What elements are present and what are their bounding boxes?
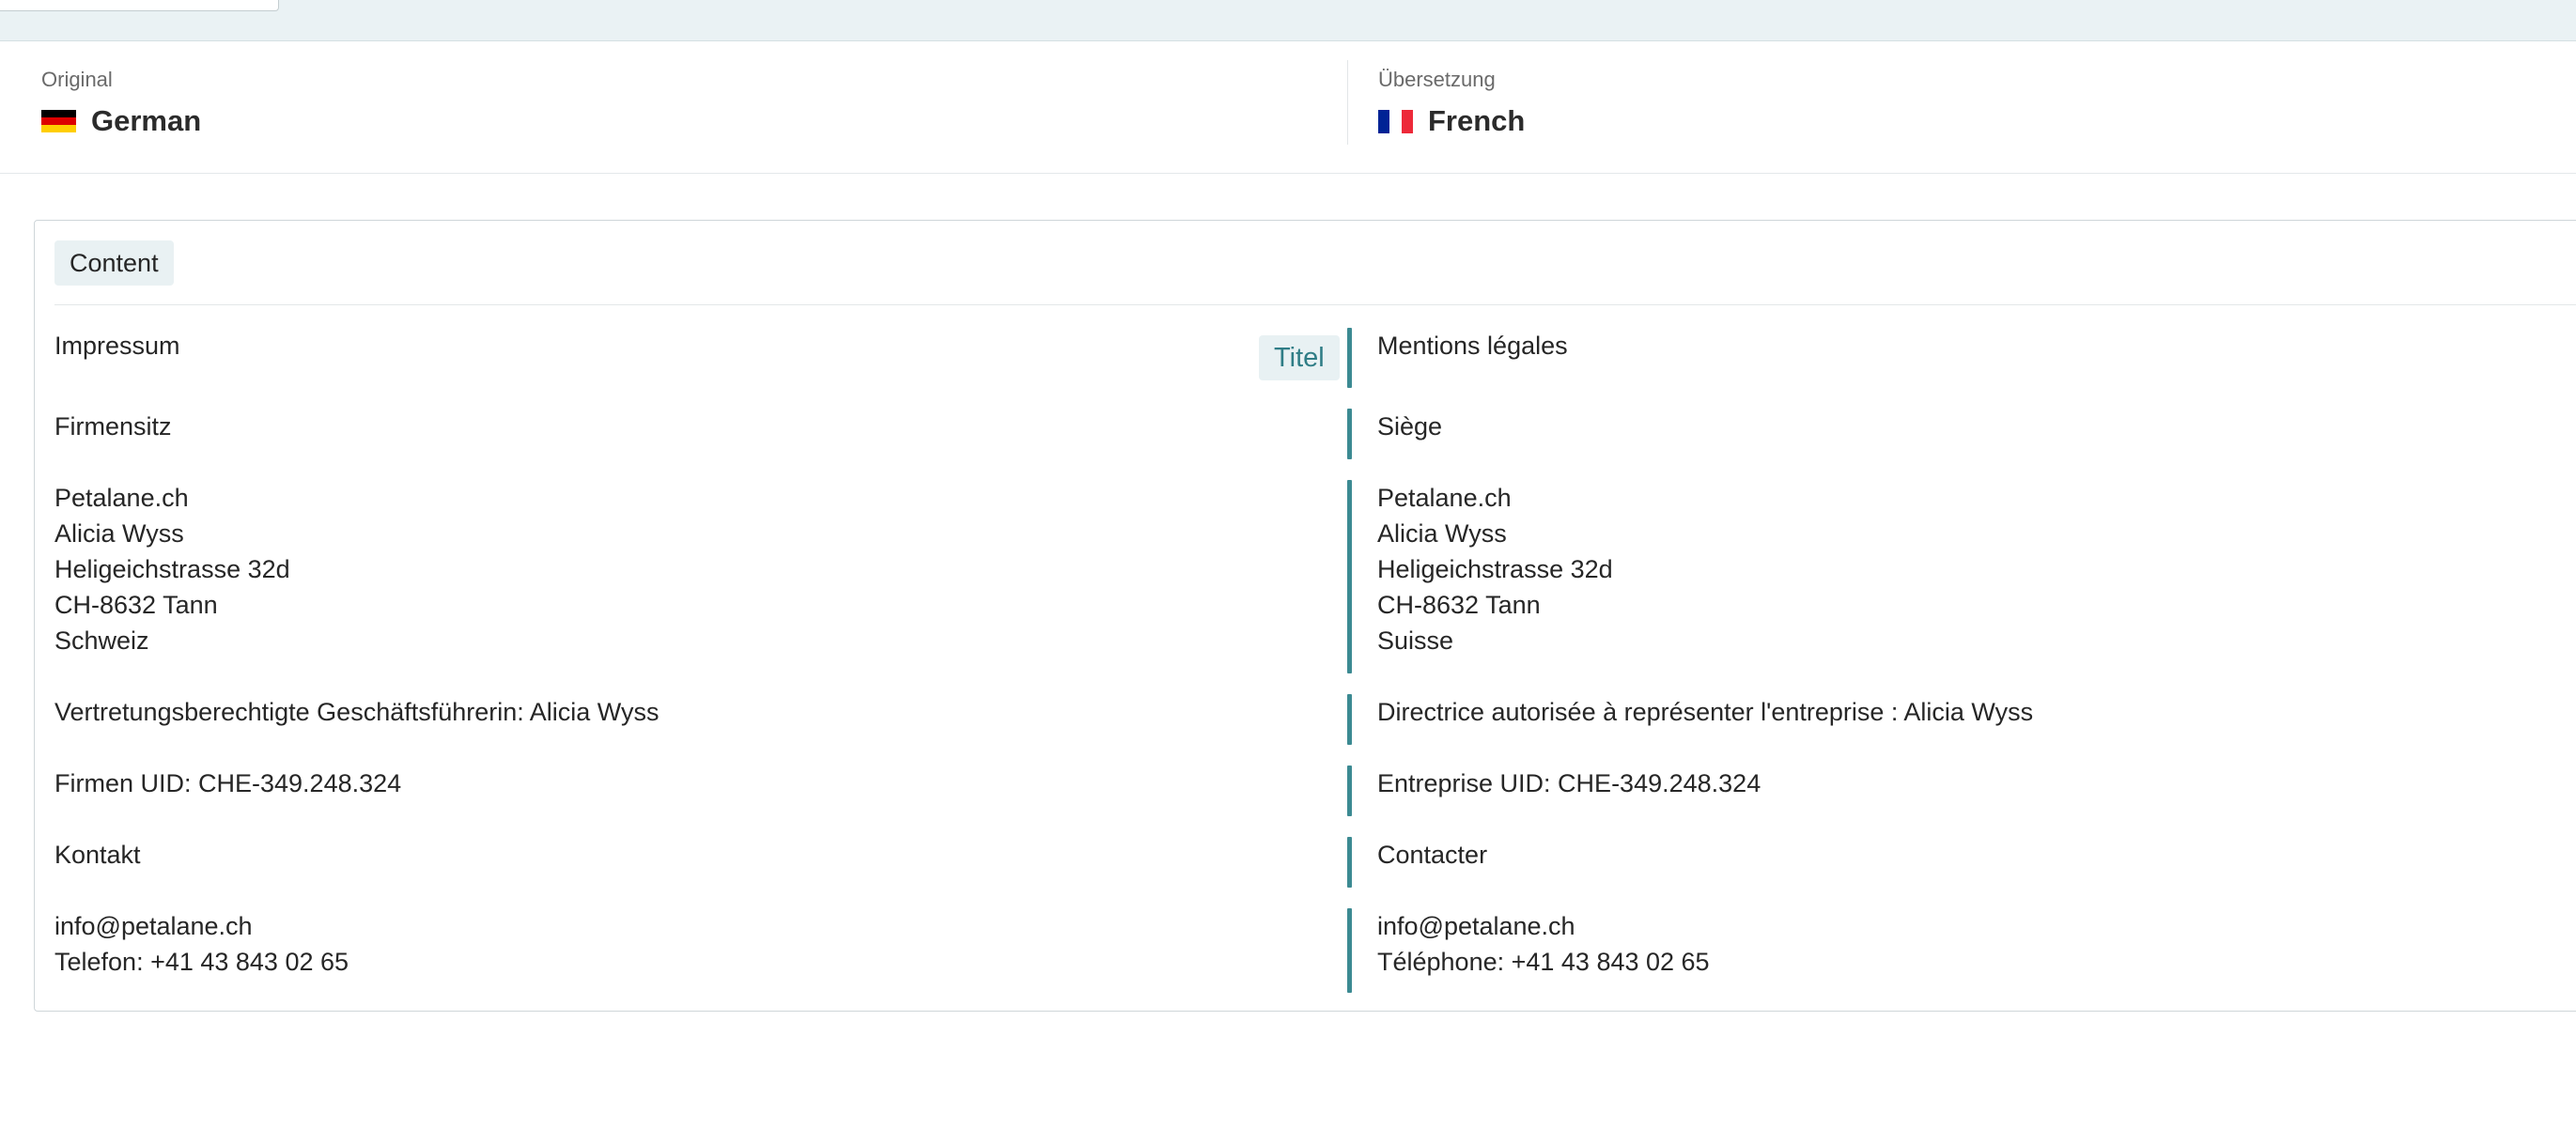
row-accent-bar	[1347, 837, 1352, 888]
toolbar-tab[interactable]	[0, 0, 279, 11]
source-text[interactable]: Firmen UID: CHE-349.248.324	[54, 766, 1342, 801]
row-accent-bar	[1347, 908, 1352, 993]
target-language-name: French	[1428, 104, 1526, 137]
card-header: Content	[54, 240, 2576, 305]
german-flag-icon	[41, 109, 76, 133]
top-toolbar	[0, 0, 2576, 41]
source-text[interactable]: Vertretungsberechtigte Geschäftsführerin…	[54, 694, 1342, 730]
section-label: Content	[54, 240, 174, 286]
row-accent-bar	[1347, 480, 1352, 673]
target-text[interactable]: info@petalane.ch Téléphone: +41 43 843 0…	[1377, 908, 2576, 980]
source-text[interactable]: Petalane.ch Alicia Wyss Heligeichstrasse…	[54, 480, 1342, 658]
source-text[interactable]: Kontakt	[54, 837, 1342, 873]
source-text[interactable]: Firmensitz	[54, 409, 1342, 444]
row-accent-bar	[1347, 694, 1352, 745]
source-language: Original German	[41, 66, 201, 137]
source-language-name: German	[91, 104, 202, 137]
row-accent-bar	[1347, 328, 1352, 388]
row-accent-bar	[1347, 766, 1352, 816]
source-text[interactable]: info@petalane.ch Telefon: +41 43 843 02 …	[54, 908, 1342, 980]
target-text[interactable]: Entreprise UID: CHE-349.248.324	[1377, 766, 2576, 801]
target-text[interactable]: Mentions légales	[1377, 328, 2576, 363]
french-flag-icon	[1378, 109, 1413, 133]
target-text[interactable]: Directrice autorisée à représenter l'ent…	[1377, 694, 2576, 730]
language-header: Original German Übersetzung French	[0, 41, 2576, 174]
target-language: Übersetzung French	[1378, 66, 1525, 137]
target-language-caption: Übersetzung	[1378, 68, 1496, 91]
target-text[interactable]: Siège	[1377, 409, 2576, 444]
field-type-tag: Titel	[1259, 335, 1340, 380]
language-divider	[1347, 60, 1348, 145]
source-language-caption: Original	[41, 68, 113, 91]
row-accent-bar	[1347, 409, 1352, 459]
target-text[interactable]: Petalane.ch Alicia Wyss Heligeichstrasse…	[1377, 480, 2576, 658]
content-card: Content Impressum Titel Mentions légales…	[34, 220, 2576, 1012]
target-text[interactable]: Contacter	[1377, 837, 2576, 873]
source-text[interactable]: Impressum	[54, 328, 1342, 363]
